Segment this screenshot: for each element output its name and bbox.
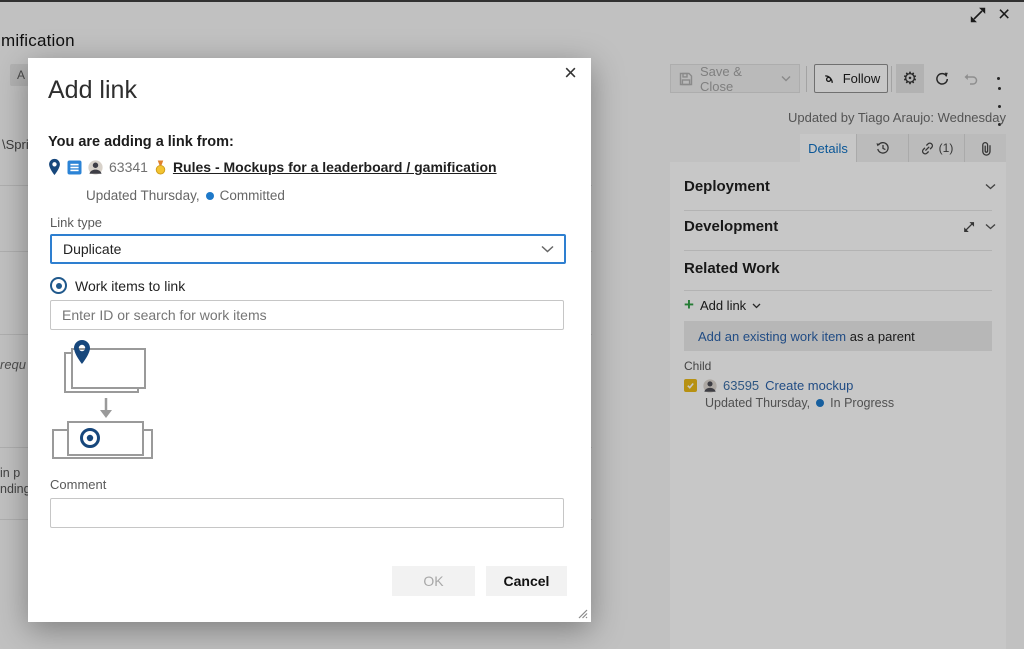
source-updated-text: Updated Thursday, <box>86 188 200 203</box>
source-item-title-link[interactable]: Rules - Mockups for a leaderboard / gami… <box>173 159 497 175</box>
work-items-radio-row[interactable]: Work items to link <box>50 277 185 294</box>
comment-label: Comment <box>50 477 106 492</box>
link-type-label: Link type <box>50 215 102 230</box>
cancel-button[interactable]: Cancel <box>486 566 567 596</box>
link-type-value: Duplicate <box>63 241 121 257</box>
gold-medal-emoji-icon <box>154 160 167 175</box>
link-type-select[interactable]: Duplicate <box>50 234 566 264</box>
source-item-id: 63341 <box>109 159 148 175</box>
work-item-search-input[interactable] <box>50 300 564 330</box>
resize-grip[interactable] <box>576 607 588 619</box>
chevron-down-icon <box>541 245 554 253</box>
status-dot-icon <box>206 192 214 200</box>
source-work-item-row: 63341 Rules - Mockups for a leaderboard … <box>48 158 497 176</box>
source-status: Committed <box>220 188 285 203</box>
dialog-close-icon[interactable]: × <box>564 60 577 86</box>
dialog-title: Add link <box>48 76 137 105</box>
location-pin-icon <box>48 158 61 176</box>
adding-link-from-label: You are adding a link from: <box>48 134 234 150</box>
comment-input[interactable] <box>50 498 564 528</box>
radio-selected-icon[interactable] <box>50 277 67 294</box>
arrow-down-icon <box>100 410 112 418</box>
avatar <box>88 160 103 175</box>
backlog-item-type-icon <box>67 160 82 175</box>
add-link-dialog: × Add link You are adding a link from: 6… <box>28 58 591 622</box>
radio-label: Work items to link <box>75 278 185 294</box>
link-direction-diagram <box>50 340 165 462</box>
ok-button[interactable]: OK <box>392 566 475 596</box>
source-item-status-line: Updated Thursday, Committed <box>86 188 285 203</box>
